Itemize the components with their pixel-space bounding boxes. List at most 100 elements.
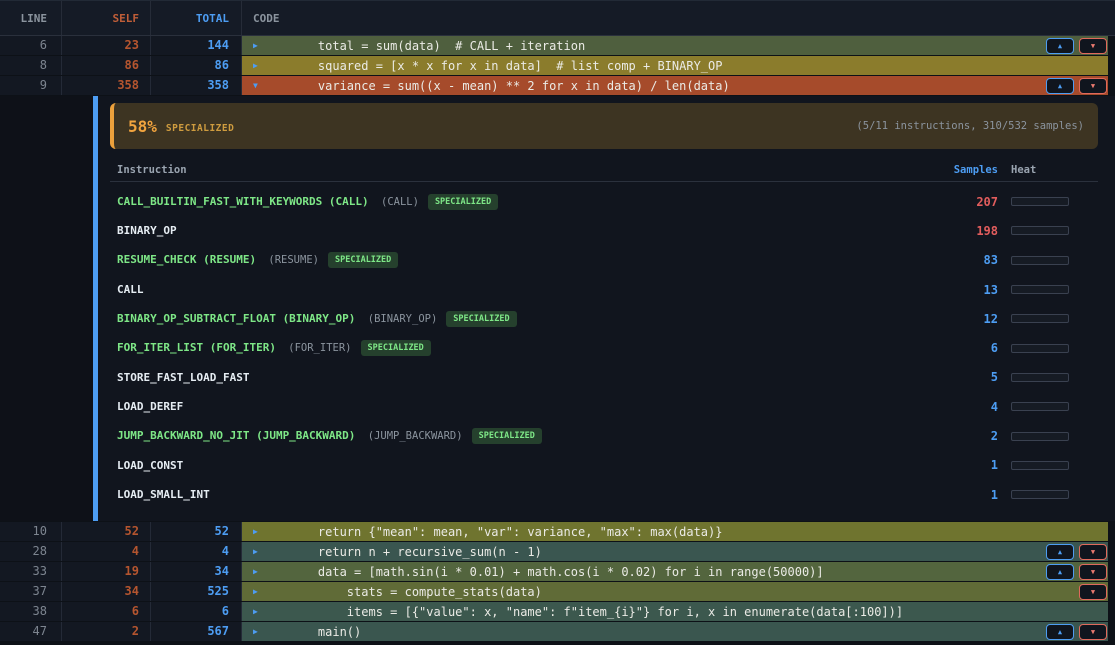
down-button[interactable]: ▼ <box>1079 584 1107 600</box>
down-button[interactable]: ▼ <box>1079 624 1107 640</box>
code-text: stats = compute_stats(data) <box>289 585 542 599</box>
expand-icon[interactable]: ▼ <box>253 76 263 95</box>
instruction-name: BINARY_OP <box>117 224 177 237</box>
instruction-base: (JUMP_BACKWARD) <box>361 430 462 442</box>
line-number: 10 <box>0 522 62 541</box>
self-samples: 19 <box>62 562 151 581</box>
code-line-row: 9 358 358 ▼ variance = sum((x - mean) **… <box>0 76 1115 95</box>
code-cell[interactable]: ▶ data = [math.sin(i * 0.01) + math.cos(… <box>242 562 1108 581</box>
up-button[interactable]: ▲ <box>1046 544 1074 560</box>
heat-bar <box>1011 432 1069 441</box>
up-button[interactable]: ▲ <box>1046 38 1074 54</box>
detail-connector-bar <box>93 96 98 521</box>
heat-bar <box>1011 197 1069 206</box>
code-line-row: 47 2 567 ▶ main() ▲ ▼ <box>0 622 1115 641</box>
heat-bar <box>1011 256 1069 265</box>
total-samples: 4 <box>151 542 242 561</box>
code-cell[interactable]: ▶ items = [{"value": x, "name": f"item_{… <box>242 602 1108 621</box>
code-cell[interactable]: ▶ return n + recursive_sum(n - 1) ▲ ▼ <box>242 542 1108 561</box>
samples-value: 198 <box>918 224 998 238</box>
samples-value: 2 <box>918 429 998 443</box>
line-number: 8 <box>0 56 62 75</box>
expand-icon[interactable]: ▶ <box>253 36 263 55</box>
specialized-percent: 58% <box>128 117 157 136</box>
down-button[interactable]: ▼ <box>1079 564 1107 580</box>
self-samples: 52 <box>62 522 151 541</box>
expand-icon[interactable]: ▶ <box>253 562 263 581</box>
code-line-row: 38 6 6 ▶ items = [{"value": x, "name": f… <box>0 602 1115 621</box>
code-line-row: 33 19 34 ▶ data = [math.sin(i * 0.01) + … <box>0 562 1115 581</box>
specialized-badge: SPECIALIZED <box>472 428 542 444</box>
instruction-name-cell: CALL <box>110 283 918 296</box>
total-samples: 34 <box>151 562 242 581</box>
specialized-badge: SPECIALIZED <box>428 194 498 210</box>
specialized-badge: SPECIALIZED <box>446 311 516 327</box>
instruction-name: RESUME_CHECK (RESUME) <box>117 253 256 266</box>
code-text: main() <box>289 625 361 639</box>
code-line-row: 28 4 4 ▶ return n + recursive_sum(n - 1)… <box>0 542 1115 561</box>
instruction-name-cell: BINARY_OP <box>110 224 918 237</box>
instruction-name-cell: LOAD_CONST <box>110 459 918 472</box>
instruction-name: JUMP_BACKWARD_NO_JIT (JUMP_BACKWARD) <box>117 429 355 442</box>
heat-bar <box>1011 490 1069 499</box>
expand-icon[interactable]: ▶ <box>253 56 263 75</box>
up-button[interactable]: ▲ <box>1046 624 1074 640</box>
code-line-row: 10 52 52 ▶ return {"mean": mean, "var": … <box>0 522 1115 541</box>
samples-column-header[interactable]: Samples <box>918 164 998 176</box>
instruction-row: BINARY_OP_SUBTRACT_FLOAT (BINARY_OP) (BI… <box>110 304 1098 333</box>
code-cell[interactable]: ▶ stats = compute_stats(data) ▼ <box>242 582 1108 601</box>
expand-icon[interactable]: ▶ <box>253 522 263 541</box>
up-button[interactable]: ▲ <box>1046 78 1074 94</box>
self-samples: 6 <box>62 602 151 621</box>
code-cell[interactable]: ▶ total = sum(data) # CALL + iteration ▲… <box>242 36 1108 55</box>
instruction-column-header[interactable]: Instruction <box>110 164 918 176</box>
row-buttons: ▲ ▼ <box>1046 76 1107 95</box>
instruction-base: (RESUME) <box>262 254 319 266</box>
expand-icon[interactable]: ▶ <box>253 602 263 621</box>
code-line-row: 37 34 525 ▶ stats = compute_stats(data) … <box>0 582 1115 601</box>
instruction-row: JUMP_BACKWARD_NO_JIT (JUMP_BACKWARD) (JU… <box>110 421 1098 450</box>
instruction-name-cell: LOAD_DEREF <box>110 400 918 413</box>
code-cell[interactable]: ▶ squared = [x * x for x in data] # list… <box>242 56 1108 75</box>
code-cell[interactable]: ▶ main() ▲ ▼ <box>242 622 1108 641</box>
instruction-name-cell: BINARY_OP_SUBTRACT_FLOAT (BINARY_OP) (BI… <box>110 311 918 327</box>
heat-bar <box>1011 314 1069 323</box>
expand-icon[interactable]: ▶ <box>253 622 263 641</box>
up-button[interactable]: ▲ <box>1046 564 1074 580</box>
self-samples: 2 <box>62 622 151 641</box>
instruction-table-header: Instruction Samples Heat <box>110 159 1098 182</box>
self-samples: 4 <box>62 542 151 561</box>
heat-bar <box>1011 373 1069 382</box>
instruction-name-cell: RESUME_CHECK (RESUME) (RESUME)SPECIALIZE… <box>110 252 918 268</box>
down-button[interactable]: ▼ <box>1079 544 1107 560</box>
down-button[interactable]: ▼ <box>1079 38 1107 54</box>
line-number: 6 <box>0 36 62 55</box>
instruction-base: (BINARY_OP) <box>361 313 437 325</box>
specialized-label: SPECIALIZED <box>166 123 234 134</box>
code-cell[interactable]: ▼ variance = sum((x - mean) ** 2 for x i… <box>242 76 1108 95</box>
code-cell[interactable]: ▶ return {"mean": mean, "var": variance,… <box>242 522 1108 541</box>
specialization-counts: (5/11 instructions, 310/532 samples) <box>856 120 1084 132</box>
instruction-row: CALL 13 <box>110 275 1098 304</box>
instruction-name-cell: STORE_FAST_LOAD_FAST <box>110 371 918 384</box>
total-samples: 86 <box>151 56 242 75</box>
expand-icon[interactable]: ▶ <box>253 542 263 561</box>
code-column-header: CODE <box>242 1 1115 35</box>
code-text: return n + recursive_sum(n - 1) <box>289 545 542 559</box>
samples-value: 207 <box>918 195 998 209</box>
samples-value: 1 <box>918 458 998 472</box>
line-number: 33 <box>0 562 62 581</box>
code-text: squared = [x * x for x in data] # list c… <box>289 59 722 73</box>
code-text: data = [math.sin(i * 0.01) + math.cos(i … <box>289 565 824 579</box>
instruction-name: CALL_BUILTIN_FAST_WITH_KEYWORDS (CALL) <box>117 195 369 208</box>
instruction-row: LOAD_SMALL_INT 1 <box>110 480 1098 509</box>
instruction-name: LOAD_SMALL_INT <box>117 488 210 501</box>
row-buttons: ▼ <box>1079 582 1107 601</box>
instruction-name: LOAD_CONST <box>117 459 183 472</box>
line-number: 28 <box>0 542 62 561</box>
expand-icon[interactable]: ▶ <box>253 582 263 601</box>
line-number: 9 <box>0 76 62 95</box>
down-button[interactable]: ▼ <box>1079 78 1107 94</box>
heat-column-header[interactable]: Heat <box>1011 164 1069 176</box>
total-column-header: TOTAL <box>151 1 242 35</box>
